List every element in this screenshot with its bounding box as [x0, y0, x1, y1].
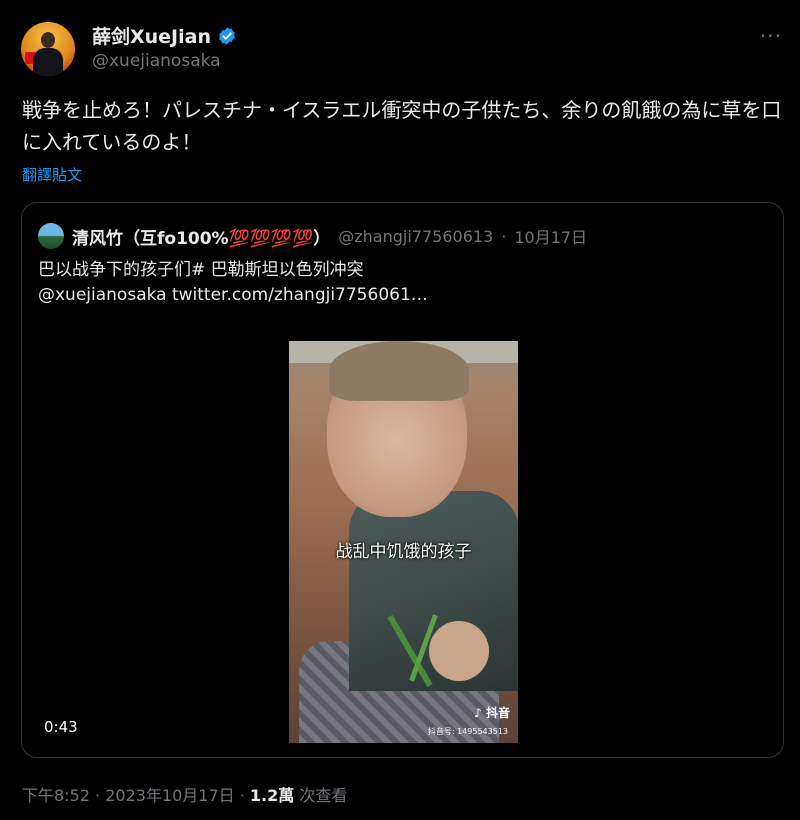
quoted-date[interactable]: 10月17日	[514, 224, 587, 248]
view-count-label: 次查看	[294, 786, 348, 805]
author-avatar[interactable]	[21, 22, 75, 76]
author-handle[interactable]: @xuejianosaka	[92, 51, 221, 71]
post-time[interactable]: 下午8:52	[22, 786, 90, 805]
quoted-header: 清风竹（互fo100%💯💯💯💯） @zhangji77560613 · 10月1…	[38, 223, 587, 249]
verified-badge-icon[interactable]	[217, 26, 237, 46]
view-count: 1.2萬	[249, 786, 295, 805]
avatar-figure-body	[33, 48, 63, 76]
douyin-watermark-id: 抖音号: 1495543513	[427, 727, 508, 736]
quoted-separator: ·	[501, 226, 507, 246]
quoted-author-handle[interactable]: @zhangji77560613	[338, 227, 493, 246]
author-name-row: 薛剑XueJian	[92, 22, 237, 49]
video-caption: 战乱中饥饿的孩子	[335, 542, 472, 562]
tweet-footer: 下午8:52 · 2023年10月17日 · 1.2萬 次查看	[22, 782, 347, 806]
footer-separator-1: ·	[89, 786, 106, 805]
douyin-logo: ♪ 抖音	[474, 706, 510, 720]
translate-post-link[interactable]: 翻譯貼文	[22, 164, 82, 185]
tweet-text: 戦争を止めろ！パレスチナ・イスラエル衝突中の子供たち、余りの飢餓の為に草を口に入…	[22, 98, 782, 154]
avatar-figure-head	[41, 32, 55, 48]
video-player[interactable]: 战乱中饥饿的孩子 ♪ 抖音 抖音号: 1495543513	[289, 341, 518, 743]
quoted-text-line-2[interactable]: @xuejianosaka twitter.com/zhangji7756061…	[38, 285, 428, 305]
quoted-text-line-1: 巴以战争下的孩子们# 巴勒斯坦以色列冲突	[38, 260, 364, 280]
video-child-hair	[329, 341, 469, 401]
more-options-icon[interactable]: ···	[760, 24, 782, 48]
quoted-author-name[interactable]: 清风竹（互fo100%💯💯💯💯）	[72, 224, 330, 249]
video-duration: 0:43	[44, 718, 78, 736]
footer-separator-2: ·	[234, 786, 250, 805]
post-date[interactable]: 2023年10月17日	[105, 786, 234, 805]
video-child-hand	[429, 621, 489, 681]
quoted-tweet-card[interactable]: 清风竹（互fo100%💯💯💯💯） @zhangji77560613 · 10月1…	[21, 202, 784, 758]
author-display-name[interactable]: 薛剑XueJian	[92, 22, 211, 49]
quoted-author-avatar[interactable]	[38, 223, 64, 249]
